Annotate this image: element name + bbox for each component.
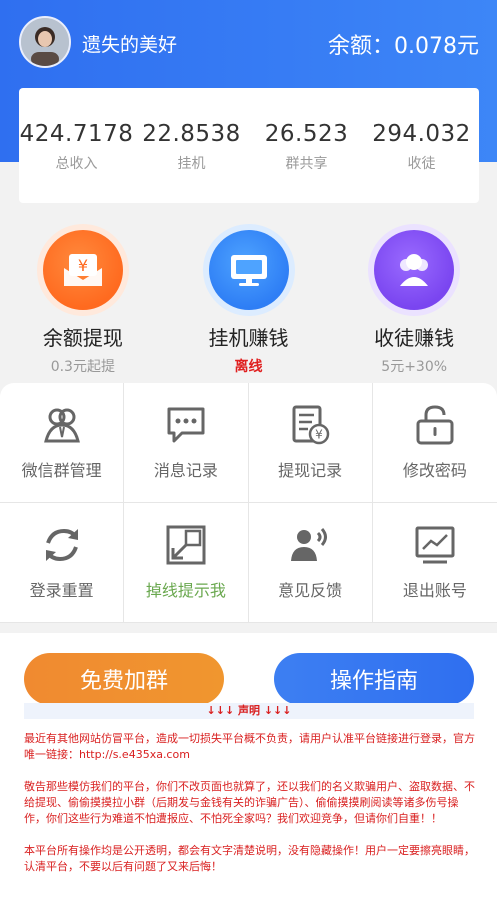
menu-item-feedback[interactable]: 意见反馈 (248, 503, 373, 623)
recruit-action[interactable]: 收徒赚钱 5元+30% (331, 230, 497, 375)
action-row: ¥ 余额提现 0.3元起提 挂机赚钱 离线 收徒赚钱 5元+30% (0, 230, 497, 375)
logout-icon (415, 526, 455, 564)
balance: 余额：0.078元 (328, 34, 479, 59)
bottom-section: 免费加群 操作指南 ↓↓↓ 声明 ↓↓↓ 最近有其他网站仿冒平台，造成一切损失平… (0, 633, 497, 908)
menu-item-messages[interactable]: 消息记录 (124, 383, 249, 503)
alert-link-icon (166, 525, 206, 565)
stat-value: 26.523 (264, 121, 349, 147)
notice-paragraph: 敬告那些模仿我们的平台，你们不改页面也就算了，还以我们的名义欺骗用户、盗取数据、… (24, 780, 475, 825)
stat-apprentice: 294.032 收徒 (364, 88, 479, 203)
avatar-image (21, 18, 69, 66)
notice-paragraph: 最近有其他网站仿冒平台，造成一切损失平台概不负责，请用户认准平台链接进行登录，官… (24, 732, 475, 761)
menu-item-label: 修改密码 (402, 461, 467, 480)
menu-item-label: 登录重置 (29, 581, 94, 600)
stat-label: 收徒 (407, 156, 436, 172)
stat-value: 22.8538 (142, 121, 241, 147)
action-subtitle: 0.3元起提 (50, 359, 115, 375)
stat-value: 294.032 (372, 121, 471, 147)
guide-button[interactable]: 操作指南 (274, 653, 474, 705)
menu-item-label: 消息记录 (153, 461, 218, 480)
menu-item-label: 退出账号 (402, 581, 467, 600)
stat-value: 424.7178 (19, 121, 134, 147)
hangup-action[interactable]: 挂机赚钱 离线 (166, 230, 332, 375)
menu-item-wechat-group[interactable]: 微信群管理 (0, 383, 125, 503)
notice-title: ↓↓↓ 声明 ↓↓↓ (24, 703, 474, 719)
menu-item-withdraw-record[interactable]: ¥ 提现记录 (248, 383, 373, 503)
menu-item-login-reset[interactable]: 登录重置 (0, 503, 125, 623)
refresh-icon (45, 528, 78, 562)
stat-group-share: 26.523 群共享 (249, 88, 364, 203)
stat-label: 群共享 (285, 156, 328, 172)
action-title: 余额提现 (42, 326, 123, 350)
menu-item-logout[interactable]: 退出账号 (372, 503, 497, 623)
join-group-button[interactable]: 免费加群 (24, 653, 224, 705)
monitor-icon (208, 230, 289, 310)
notice-paragraph: 本平台所有操作均是公开透明，都会有文字清楚说明，没有隐藏操作！用户一定要擦亮眼睛… (24, 844, 475, 873)
status-badge: 离线 (234, 359, 263, 375)
stat-total-income: 424.7178 总收入 (19, 88, 134, 203)
stats-card: 424.7178 总收入 22.8538 挂机 26.523 群共享 294.0… (19, 88, 479, 203)
action-title: 挂机赚钱 (208, 326, 289, 350)
menu-item-label: 意见反馈 (278, 581, 343, 600)
menu-item-label: 掉线提示我 (145, 581, 226, 600)
notice-body: 最近有其他网站仿冒平台，造成一切损失平台概不负责，请用户认准平台链接进行登录，官… (24, 731, 476, 891)
menu-item-change-password[interactable]: 修改密码 (372, 383, 497, 503)
users-icon (374, 230, 455, 310)
withdraw-icon: ¥ (42, 230, 123, 310)
message-icon (167, 407, 205, 443)
withdraw-record-icon: ¥ (292, 405, 330, 445)
stat-label: 总收入 (55, 156, 98, 172)
avatar[interactable] (19, 16, 71, 68)
group-icon (43, 408, 80, 443)
feedback-icon (291, 528, 328, 561)
menu-item-offline-alert[interactable]: 掉线提示我 (124, 503, 249, 623)
action-subtitle: 5元+30% (381, 359, 448, 375)
username: 遗失的美好 (82, 34, 178, 56)
svg-text:¥: ¥ (78, 256, 88, 275)
svg-text:¥: ¥ (315, 428, 323, 442)
menu-item-label: 提现记录 (278, 461, 343, 480)
stat-label: 挂机 (177, 156, 206, 172)
withdraw-action[interactable]: ¥ 余额提现 0.3元起提 (0, 230, 166, 375)
lock-icon (416, 405, 454, 445)
menu-item-label: 微信群管理 (21, 461, 102, 480)
action-title: 收徒赚钱 (374, 326, 455, 350)
menu-grid: 微信群管理 消息记录 ¥ 提现记录 修改密码 登录重置 掉线提示我 意见反馈 退… (0, 383, 497, 623)
stat-hangup: 22.8538 挂机 (134, 88, 249, 203)
